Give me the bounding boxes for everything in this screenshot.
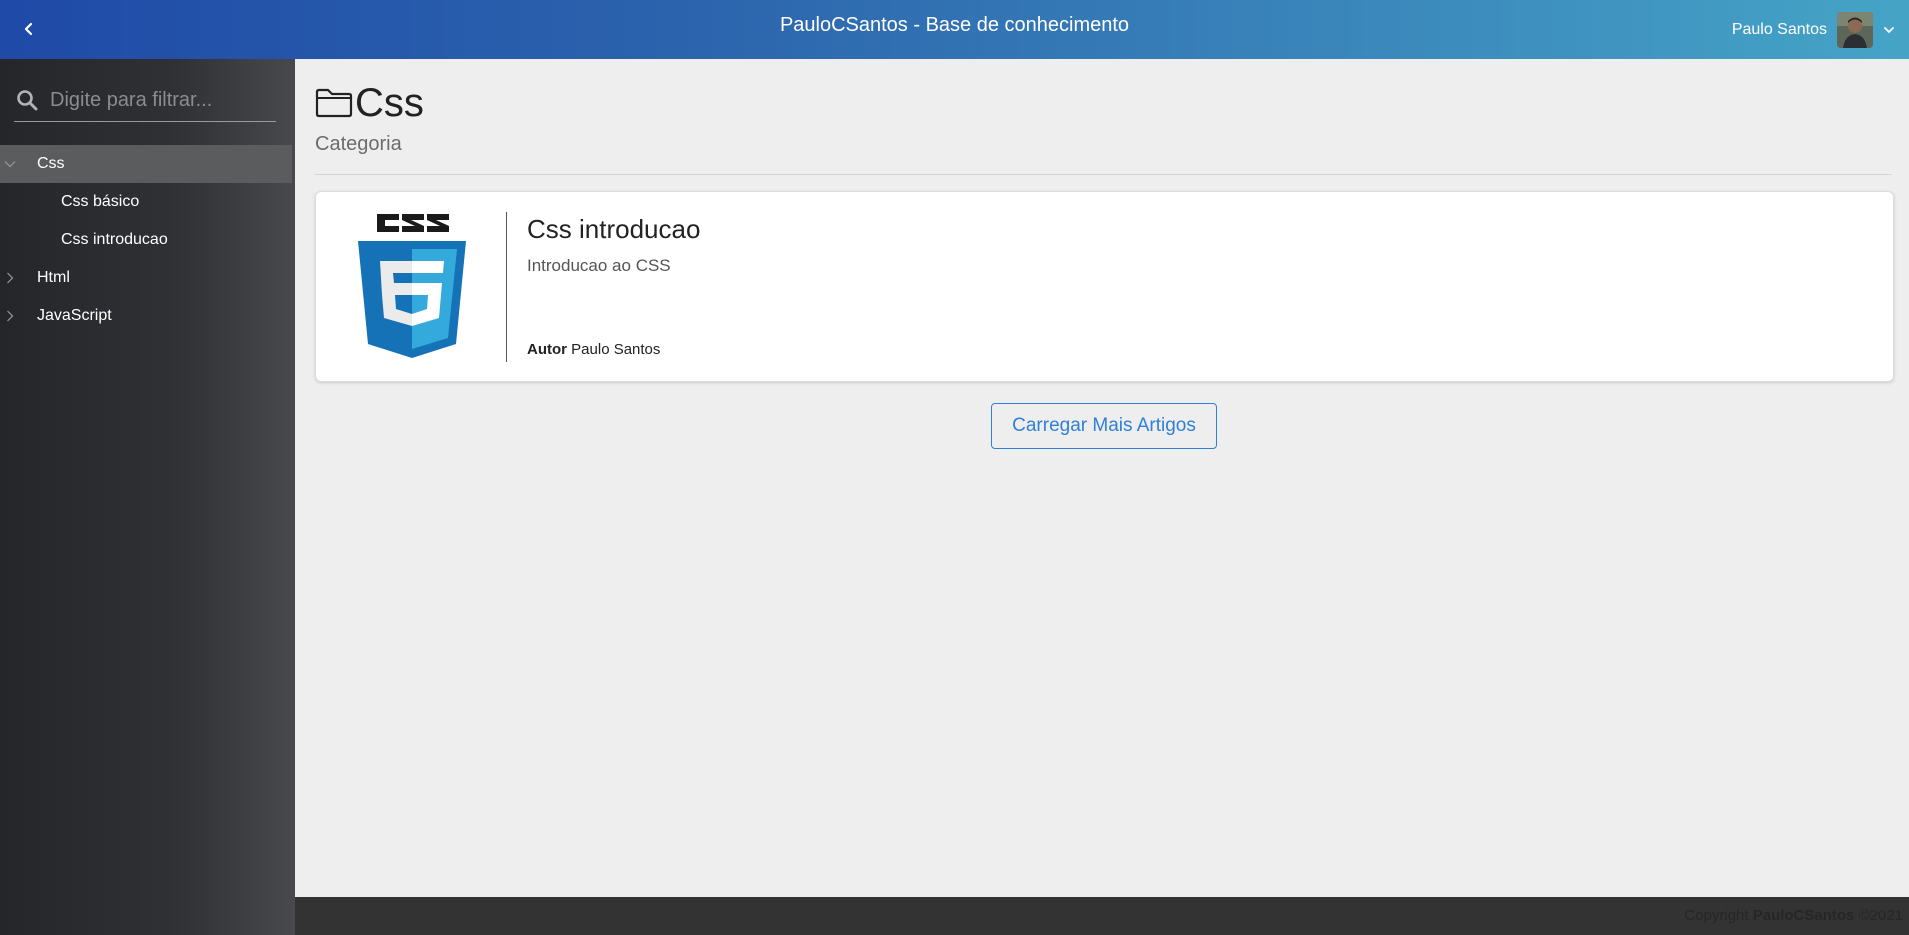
author-name: Paulo Santos	[571, 341, 661, 358]
tree-item-label: Css	[37, 155, 65, 172]
copyright-prefix: Copyright	[1684, 907, 1749, 924]
page-heading: Css	[315, 83, 424, 123]
tree-item-label: Css introducao	[61, 231, 168, 248]
footer: Copyright PauloCSantos ©2021	[295, 897, 1909, 935]
copyright-year: ©2021	[1858, 907, 1903, 924]
copyright-text: Copyright PauloCSantos ©2021	[1684, 907, 1903, 924]
tree-item-label: JavaScript	[37, 307, 112, 324]
tree-item-javascript[interactable]: JavaScript	[0, 297, 292, 335]
chevron-right-icon	[7, 272, 14, 284]
search-box	[14, 79, 276, 122]
tree-item-html[interactable]: Html	[0, 259, 292, 297]
article-description: Introducao ao CSS	[527, 256, 671, 275]
category-tree: Css Css básico Css introducao Html JavaS…	[0, 145, 292, 335]
article-title: Css introducao	[527, 214, 701, 244]
user-menu[interactable]: Paulo Santos	[1732, 12, 1895, 48]
chevron-down-icon	[1884, 27, 1894, 33]
search-input[interactable]	[48, 87, 272, 113]
tree-item-css-basico[interactable]: Css básico	[0, 183, 292, 221]
article-author: Autor Paulo Santos	[527, 341, 660, 358]
copyright-brand: PauloCSantos	[1752, 907, 1855, 924]
header-title: PauloCSantos - Base de conhecimento	[779, 14, 1130, 36]
folder-icon	[315, 88, 353, 118]
app-header: PauloCSantos - Base de conhecimento Paul…	[0, 0, 1909, 59]
tree-item-label: Css básico	[61, 193, 140, 210]
css3-logo-icon	[358, 214, 466, 358]
load-more-button[interactable]: Carregar Mais Artigos	[991, 403, 1217, 449]
article-card[interactable]: Css introducao Introducao ao CSS Autor P…	[315, 191, 1894, 382]
author-label: Autor	[527, 341, 567, 358]
divider	[315, 174, 1892, 175]
tree-item-label: Html	[37, 269, 70, 286]
tree-item-css-introducao[interactable]: Css introducao	[0, 221, 292, 259]
avatar	[1837, 12, 1873, 48]
search-icon	[17, 90, 38, 111]
page-subtitle: Categoria	[315, 133, 402, 155]
chevron-down-icon	[4, 161, 16, 168]
page-title: Css	[355, 81, 424, 125]
sidebar: Css Css básico Css introducao Html JavaS…	[0, 59, 295, 935]
card-separator	[506, 212, 507, 362]
main-content: Css Categoria Css introducao Introducao …	[295, 59, 1909, 897]
tree-item-css[interactable]: Css	[0, 145, 292, 183]
user-name: Paulo Santos	[1731, 21, 1827, 38]
chevron-right-icon	[7, 310, 14, 322]
